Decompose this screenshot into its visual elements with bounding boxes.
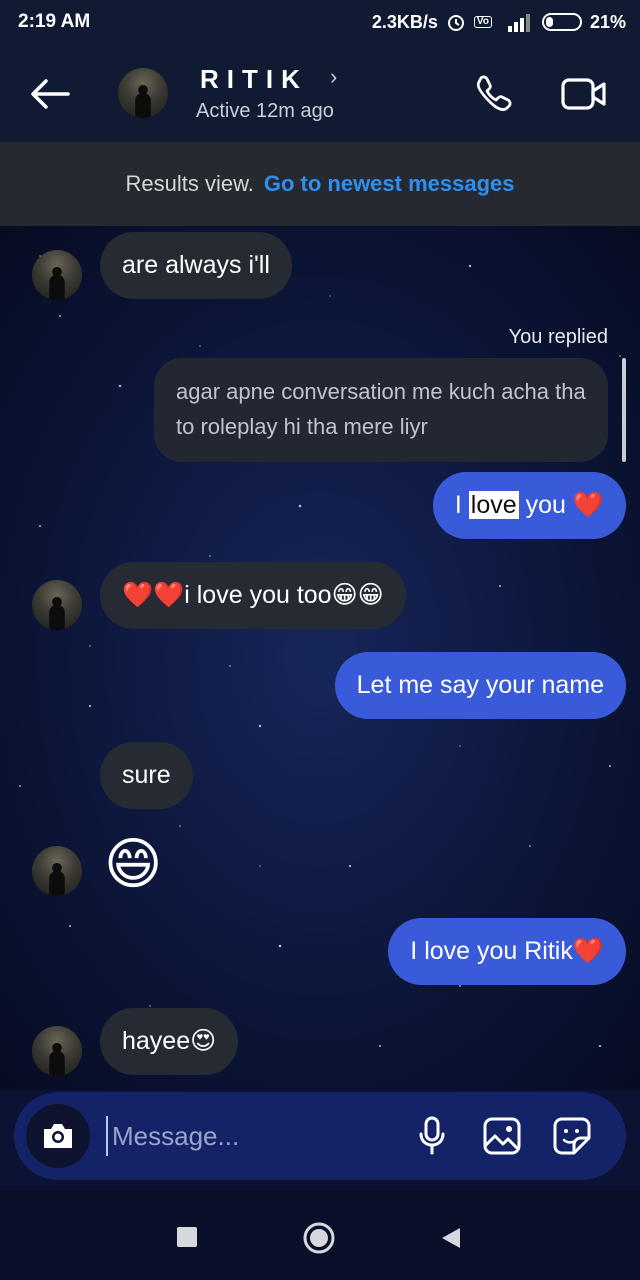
- reply-indicator-line: [622, 358, 626, 462]
- incoming-message[interactable]: sure: [100, 742, 193, 810]
- contact-avatar-small[interactable]: [32, 1026, 82, 1076]
- outgoing-message[interactable]: I love you Ritik❤️: [388, 918, 626, 986]
- outgoing-message[interactable]: I love you ❤️: [432, 472, 626, 540]
- go-to-newest-link[interactable]: Go to newest messages: [264, 171, 515, 197]
- chevron-right-icon[interactable]: ›: [330, 64, 337, 90]
- gallery-icon[interactable]: [480, 1114, 524, 1158]
- system-nav-bar: [0, 1190, 640, 1280]
- message-list[interactable]: are always i'll You replied agar apne co…: [0, 226, 640, 1090]
- composer-area: [0, 1090, 640, 1190]
- phone-icon[interactable]: [472, 72, 516, 116]
- camera-icon[interactable]: [26, 1104, 90, 1168]
- reply-label: You replied: [508, 326, 608, 348]
- status-time: 2:19 AM: [18, 11, 91, 32]
- contact-avatar[interactable]: [118, 68, 168, 118]
- incoming-message[interactable]: are always i'll: [100, 232, 292, 300]
- contact-name[interactable]: RITIK: [200, 64, 308, 95]
- back-nav-icon[interactable]: [440, 1226, 462, 1255]
- message-text-pre: I: [454, 491, 469, 519]
- alarm-icon: [446, 12, 466, 32]
- results-banner: Results view. Go to newest messages: [0, 142, 640, 226]
- message-input[interactable]: [106, 1116, 396, 1156]
- contact-avatar-small[interactable]: [32, 250, 82, 300]
- back-arrow-icon[interactable]: [28, 74, 72, 114]
- microphone-icon[interactable]: [410, 1114, 454, 1158]
- contact-status: Active 12m ago: [196, 100, 334, 122]
- status-bar: 2:19 AM 2.3KB/s Vo 21%: [0, 0, 640, 44]
- replied-message-quote[interactable]: agar apne conversation me kuch acha tha …: [154, 358, 608, 462]
- recent-apps-icon[interactable]: [176, 1226, 198, 1253]
- signal-icon: [500, 12, 534, 32]
- status-indicators: 2.3KB/s Vo 21%: [372, 12, 626, 33]
- volte-icon: Vo: [473, 16, 492, 28]
- message-composer: [14, 1092, 626, 1180]
- contact-avatar-small[interactable]: [32, 846, 82, 896]
- contact-avatar-small[interactable]: [32, 580, 82, 630]
- incoming-message[interactable]: ❤️❤️i love you too😁😁: [100, 562, 406, 630]
- incoming-message[interactable]: hayee😍: [100, 1008, 239, 1076]
- home-icon[interactable]: [302, 1221, 336, 1260]
- sticker-icon[interactable]: [550, 1114, 594, 1158]
- search-highlight: love: [468, 491, 519, 519]
- chat-header: RITIK › Active 12m ago: [0, 44, 640, 142]
- results-text: Results view.: [125, 171, 254, 196]
- net-speed: 2.3KB/s: [371, 11, 438, 32]
- video-camera-icon[interactable]: [560, 74, 608, 114]
- battery-icon: [541, 13, 582, 31]
- battery-percent: 21%: [589, 11, 626, 32]
- outgoing-message[interactable]: Let me say your name: [334, 652, 626, 720]
- message-text-post: you ❤️: [518, 491, 604, 519]
- emoji-message[interactable]: 😄: [104, 836, 162, 892]
